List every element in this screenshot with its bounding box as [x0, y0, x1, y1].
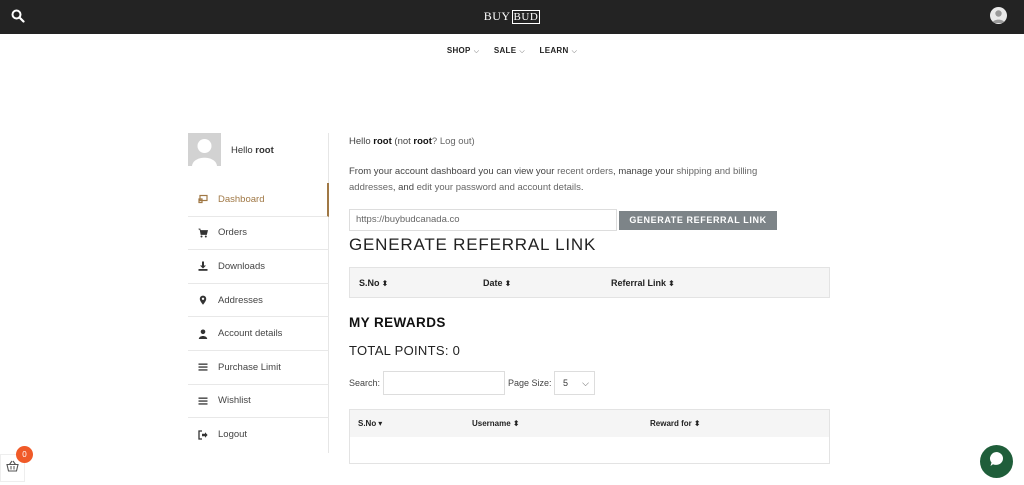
hello-text: Hello — [349, 136, 371, 147]
sort-icon: ⬍ — [512, 419, 520, 428]
sidebar-item-purchase-limit[interactable]: Purchase Limit — [188, 351, 329, 385]
hello-name: root — [373, 136, 392, 147]
referral-table-header: S.No ⬍ Date ⬍ Referral Link ⬍ — [350, 268, 829, 297]
total-points: TOTAL POINTS: 0 — [349, 343, 461, 358]
main-nav: SHOP ⌵ SALE ⌵ LEARN ⌵ — [0, 46, 1024, 56]
not-name: root — [413, 136, 432, 147]
basket-icon — [6, 459, 19, 477]
user-avatar — [188, 133, 221, 166]
nav-sale[interactable]: SALE ⌵ — [494, 46, 525, 56]
sort-icon: ⬍ — [668, 279, 675, 288]
sidebar-item-label: Addresses — [218, 294, 263, 306]
list-icon — [198, 396, 208, 406]
top-bar: BUY BUD — [0, 0, 1024, 34]
rewards-heading: MY REWARDS — [349, 315, 446, 330]
header-label: Date — [483, 278, 503, 288]
sidebar-item-addresses[interactable]: Addresses — [188, 284, 329, 318]
intro-text: . — [580, 182, 584, 193]
column-header-sno[interactable]: S.No ▾ — [358, 419, 382, 428]
account-details-link[interactable]: edit your password and account details — [417, 182, 581, 193]
user-greeting: Hello root — [231, 145, 274, 156]
sidebar-item-dashboard[interactable]: Dashboard — [188, 183, 329, 217]
referral-table: S.No ⬍ Date ⬍ Referral Link ⬍ — [349, 267, 830, 298]
column-header-reward-for[interactable]: Reward for ⬍ — [650, 419, 701, 428]
recent-orders-link[interactable]: recent orders — [557, 166, 613, 177]
header-label: S.No — [359, 278, 380, 288]
rewards-controls: Search: Page Size: 5 ⌵ — [349, 371, 830, 395]
chevron-down-icon: ⌵ — [473, 48, 480, 55]
sidebar-item-label: Account details — [218, 328, 283, 340]
logo-text-boxed: BUD — [511, 10, 541, 24]
search-label: Search: — [349, 378, 381, 388]
account-sidebar: Dashboard Orders Downloads Addresses Acc… — [188, 133, 329, 453]
page-size-label: Page Size: — [508, 378, 552, 388]
site-logo[interactable]: BUY BUD — [0, 9, 1024, 24]
column-header-sno[interactable]: S.No ⬍ — [359, 278, 388, 288]
list-icon — [198, 362, 208, 372]
greeting-text: Hello — [231, 145, 253, 156]
column-header-username[interactable]: Username ⬍ — [472, 419, 519, 428]
sidebar-item-account-details[interactable]: Account details — [188, 317, 329, 351]
page-size-value: 5 — [563, 378, 569, 388]
referral-heading: GENERATE REFERRAL LINK — [349, 235, 597, 254]
header-label: Referral Link — [611, 278, 667, 288]
sort-icon: ⬍ — [693, 419, 701, 428]
hello-line: Hello root (not root? Log out) — [349, 136, 475, 147]
intro-text: , and — [392, 182, 417, 193]
not-text: (not — [391, 136, 414, 147]
user-box: Hello root — [188, 133, 274, 166]
sort-icon: ⬍ — [381, 279, 389, 288]
rewards-table: S.No ▾ Username ⬍ Reward for ⬍ — [349, 409, 830, 464]
header-label: Username — [472, 419, 511, 428]
sidebar-item-label: Orders — [218, 227, 248, 239]
cart-count-badge: 0 — [16, 446, 33, 463]
download-icon — [198, 261, 208, 272]
cart-icon — [198, 228, 208, 238]
logout-link[interactable]: ? Log out) — [432, 136, 475, 147]
header-label: S.No — [358, 419, 377, 428]
sidebar-item-label: Dashboard — [218, 193, 265, 205]
sort-icon: ⬍ — [504, 279, 512, 288]
nav-shop[interactable]: SHOP ⌵ — [447, 46, 479, 56]
column-header-date[interactable]: Date ⬍ — [483, 278, 511, 288]
chevron-down-icon: ⌵ — [571, 48, 578, 55]
logout-icon — [198, 430, 208, 440]
rewards-search-input[interactable] — [383, 371, 505, 395]
sidebar-item-label: Logout — [218, 429, 248, 441]
dashboard-icon — [198, 194, 208, 204]
header-label: Reward for — [650, 419, 692, 428]
nav-label: SALE — [493, 46, 517, 55]
sidebar-item-downloads[interactable]: Downloads — [188, 250, 329, 284]
intro-paragraph: From your account dashboard you can view… — [349, 164, 799, 196]
column-header-referral-link[interactable]: Referral Link ⬍ — [611, 278, 675, 288]
chat-bubble-icon — [988, 450, 1006, 473]
page-size-select[interactable]: 5 ⌵ — [554, 371, 595, 395]
chevron-down-icon: ⌵ — [582, 378, 589, 388]
referral-link-input[interactable]: https://buybudcanada.co — [349, 209, 617, 231]
intro-text: From your account dashboard you can view… — [349, 166, 558, 177]
map-pin-icon — [198, 295, 208, 305]
chevron-down-icon: ⌵ — [519, 48, 525, 55]
sidebar-item-label: Wishlist — [218, 395, 251, 407]
logo-text: BUY — [483, 9, 511, 23]
intro-text: , manage your — [613, 166, 677, 177]
sidebar-item-label: Downloads — [218, 260, 265, 272]
sidebar-item-label: Purchase Limit — [218, 361, 281, 373]
account-avatar-icon[interactable] — [990, 7, 1007, 24]
nav-label: SHOP — [446, 46, 471, 55]
sidebar-item-wishlist[interactable]: Wishlist — [188, 385, 329, 419]
nav-label: LEARN — [539, 46, 569, 55]
nav-learn[interactable]: LEARN ⌵ — [540, 46, 578, 56]
user-icon — [198, 329, 208, 339]
chat-button[interactable] — [980, 445, 1013, 478]
sort-desc-icon: ▾ — [378, 419, 383, 428]
sidebar-item-logout[interactable]: Logout — [188, 418, 329, 452]
sidebar-item-orders[interactable]: Orders — [188, 217, 329, 251]
generate-referral-button[interactable]: GENERATE REFERRAL LINK — [619, 211, 777, 230]
rewards-table-header: S.No ▾ Username ⬍ Reward for ⬍ — [350, 410, 829, 437]
user-name: root — [255, 145, 274, 156]
